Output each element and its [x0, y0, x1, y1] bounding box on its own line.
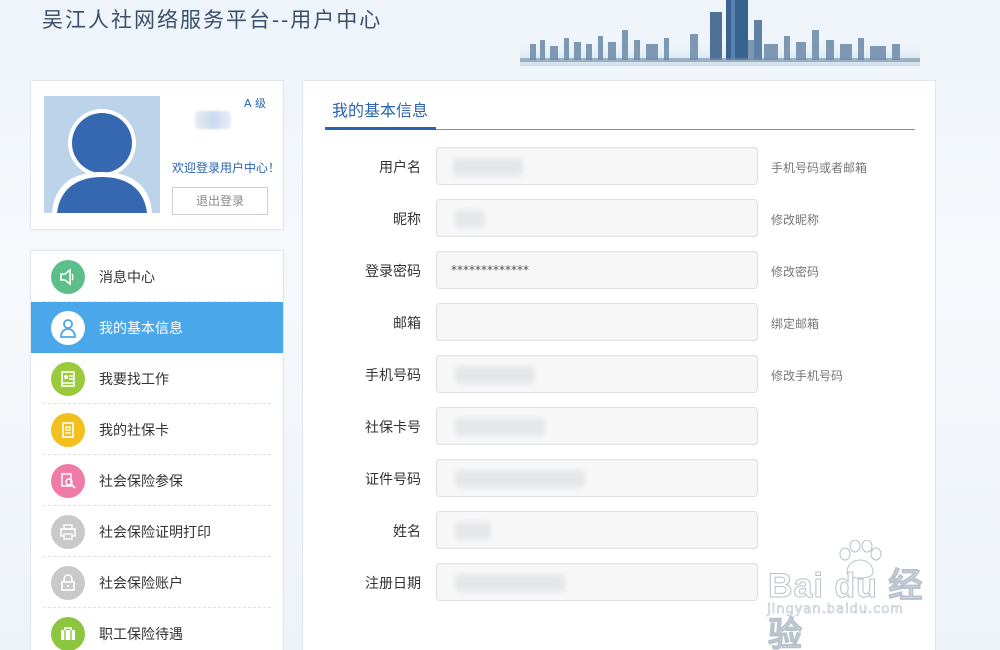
user-level-badge: A 级 — [244, 97, 267, 110]
username-field[interactable] — [436, 147, 758, 185]
field-label: 邮箱 — [393, 316, 421, 332]
field-label: 姓名 — [393, 524, 421, 540]
baidu-jingyan-watermark: Bai du 经验 jingyan.baidu.com — [765, 540, 955, 650]
field-label: 登录密码 — [365, 264, 421, 280]
logout-button[interactable]: 退出登录 — [172, 187, 268, 215]
sidebar-item-label: 消息中心 — [99, 270, 155, 286]
header: 吴江人社网络服务平台--用户中心 — [0, 0, 1000, 70]
sidebar-item-label: 社会保险账户 — [99, 576, 183, 592]
user-icon — [51, 311, 85, 345]
sidebar-item-worker-benefits[interactable]: 职工保险待遇 — [31, 608, 283, 650]
field-row-social-card-no: 社保卡号 — [303, 407, 937, 445]
field-hint[interactable]: 绑定邮箱 — [771, 315, 819, 332]
user-avatar-icon — [52, 109, 152, 213]
speaker-icon — [51, 260, 85, 294]
avatar — [44, 96, 160, 213]
sidebar-item-basic-info[interactable]: 我的基本信息 — [31, 302, 283, 353]
password-field[interactable]: ************* — [436, 251, 758, 289]
panel-title: 我的基本信息 — [332, 101, 429, 120]
field-label: 手机号码 — [365, 368, 421, 384]
sidebar-item-label: 职工保险待遇 — [99, 627, 183, 643]
sidebar-item-find-job[interactable]: 我要找工作 — [31, 353, 283, 404]
sidebar-nav: 消息中心 我的基本信息 我要找工作 我的社保卡 社会保险参保 社会保险证明打印 — [30, 250, 284, 650]
field-row-email: 邮箱 绑定邮箱 — [303, 303, 937, 341]
field-label: 证件号码 — [365, 472, 421, 488]
field-row-nickname: 昵称 修改昵称 — [303, 199, 937, 237]
field-label: 昵称 — [393, 212, 421, 228]
field-hint[interactable]: 手机号码或者邮箱 — [771, 159, 867, 176]
social-card-number-field[interactable] — [436, 407, 758, 445]
id-number-field[interactable] — [436, 459, 758, 497]
sidebar-item-label: 我的基本信息 — [99, 321, 183, 337]
field-label: 注册日期 — [365, 576, 421, 592]
printer-icon — [51, 515, 85, 549]
field-row-id-number: 证件号码 — [303, 459, 937, 497]
sidebar-item-label: 社会保险参保 — [99, 474, 183, 490]
sidebar-item-messages[interactable]: 消息中心 — [31, 251, 283, 302]
register-date-field[interactable] — [436, 563, 758, 601]
field-hint[interactable]: 修改手机号码 — [771, 367, 843, 384]
briefcase-icon — [51, 617, 85, 650]
sidebar-item-social-card[interactable]: 我的社保卡 — [31, 404, 283, 455]
profile-card: A 级 欢迎登录用户中心！ 退出登录 — [30, 80, 284, 230]
field-row-username: 用户名 手机号码或者邮箱 — [303, 147, 937, 185]
site-title: 吴江人社网络服务平台--用户中心 — [42, 8, 383, 32]
email-field[interactable] — [436, 303, 758, 341]
resume-icon — [51, 362, 85, 396]
lock-icon — [51, 566, 85, 600]
sidebar-item-label: 社会保险证明打印 — [99, 525, 211, 541]
field-label: 用户名 — [379, 160, 421, 176]
field-hint[interactable]: 修改密码 — [771, 263, 819, 280]
username-redacted — [195, 111, 231, 129]
name-field[interactable] — [436, 511, 758, 549]
sidebar-item-insurance-account[interactable]: 社会保险账户 — [31, 557, 283, 608]
search-doc-icon — [51, 464, 85, 498]
sidebar-item-insurance-enroll[interactable]: 社会保险参保 — [31, 455, 283, 506]
card-icon — [51, 413, 85, 447]
title-underline — [325, 127, 436, 130]
city-skyline-banner — [520, 0, 920, 66]
phone-field[interactable] — [436, 355, 758, 393]
sidebar-item-certificate-print[interactable]: 社会保险证明打印 — [31, 506, 283, 557]
welcome-text: 欢迎登录用户中心！ — [172, 161, 281, 175]
watermark-url: jingyan.baidu.com — [767, 602, 904, 618]
nickname-field[interactable] — [436, 199, 758, 237]
field-row-phone: 手机号码 修改手机号码 — [303, 355, 937, 393]
field-hint[interactable]: 修改昵称 — [771, 211, 819, 228]
sidebar-item-label: 我要找工作 — [99, 372, 169, 388]
sidebar-item-label: 我的社保卡 — [99, 423, 169, 439]
field-row-password: 登录密码 ************* 修改密码 — [303, 251, 937, 289]
field-label: 社保卡号 — [365, 420, 421, 436]
